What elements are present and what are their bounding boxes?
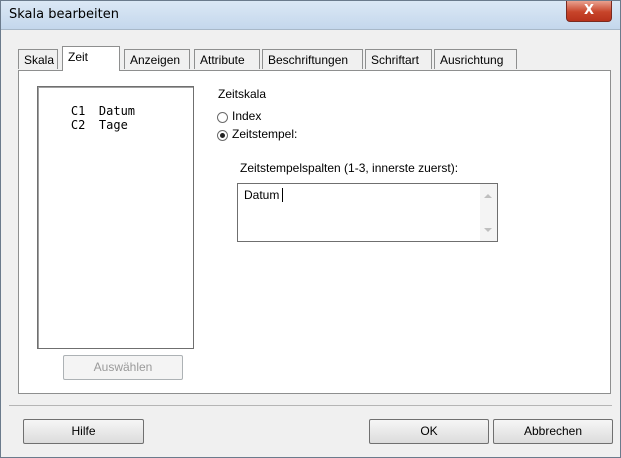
- footer-separator: [9, 405, 612, 406]
- column-list[interactable]: C1 Datum C2 Tage: [37, 86, 194, 349]
- tab-schriftart[interactable]: Schriftart: [365, 49, 432, 69]
- column-id: C2: [70, 118, 86, 132]
- stamp-columns-scrollbar[interactable]: [480, 184, 497, 241]
- close-icon: X: [583, 3, 595, 18]
- scroll-down-icon[interactable]: [484, 228, 492, 232]
- scroll-up-icon[interactable]: [484, 194, 492, 198]
- tab-ausrichtung[interactable]: Ausrichtung: [434, 49, 517, 69]
- cancel-button[interactable]: Abbrechen: [493, 419, 613, 444]
- ok-button[interactable]: OK: [369, 419, 489, 444]
- time-scale-heading: Zeitskala: [218, 87, 267, 101]
- radio-timestamp-label[interactable]: Zeitstempel:: [232, 127, 297, 141]
- tab-beschriftungen[interactable]: Beschriftungen: [262, 49, 363, 69]
- text-caret: [282, 188, 283, 202]
- title-bar: Skala bearbeiten X: [1, 1, 620, 30]
- stamp-columns-value: Datum: [244, 188, 280, 202]
- help-button[interactable]: Hilfe: [23, 419, 144, 444]
- list-item[interactable]: C2 Tage: [42, 104, 128, 132]
- column-name: Tage: [98, 118, 128, 132]
- stamp-columns-label: Zeitstempelspalten (1-3, innerste zuerst…: [240, 161, 459, 175]
- select-button[interactable]: Auswählen: [63, 355, 183, 380]
- list-item[interactable]: C1 Datum: [42, 90, 135, 118]
- tab-anzeigen[interactable]: Anzeigen: [124, 49, 190, 69]
- radio-timestamp[interactable]: [217, 130, 228, 141]
- tab-attribute[interactable]: Attribute: [194, 49, 260, 69]
- radio-index-label[interactable]: Index: [232, 109, 261, 123]
- window-title: Skala bearbeiten: [9, 7, 119, 22]
- tab-skala[interactable]: Skala: [18, 49, 58, 69]
- radio-index[interactable]: [217, 112, 228, 123]
- tab-zeit[interactable]: Zeit: [62, 46, 120, 71]
- close-button[interactable]: X: [566, 1, 612, 22]
- stamp-columns-field[interactable]: Datum: [237, 183, 498, 242]
